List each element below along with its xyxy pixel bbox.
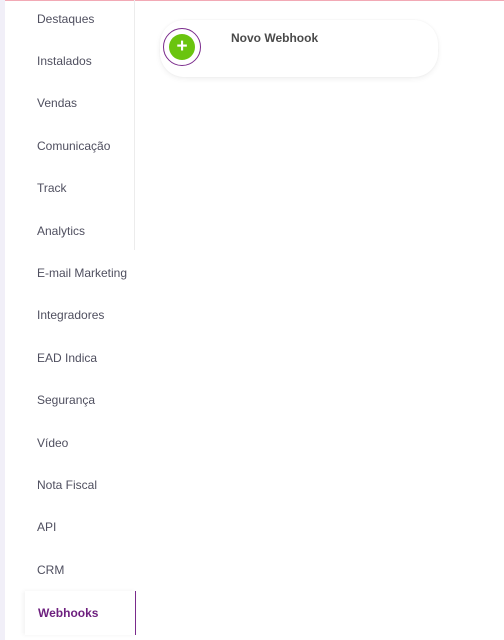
sidebar-item-label: API [37, 520, 57, 534]
sidebar-item-label: Analytics [37, 224, 86, 238]
sidebar-item-label: Track [37, 181, 67, 195]
sidebar-item-webhooks[interactable]: Webhooks [25, 591, 136, 635]
sidebar-item-label: Webhooks [38, 606, 99, 620]
sidebar-item-destaques[interactable]: Destaques [5, 0, 135, 40]
sidebar-item-label: EAD Indica [37, 351, 98, 365]
sidebar-item-seguranca[interactable]: Segurança [5, 379, 135, 421]
sidebar-item-label: Vídeo [37, 436, 69, 450]
sidebar-item-nota-fiscal[interactable]: Nota Fiscal [5, 464, 135, 506]
sidebar-item-label: Comunicação [37, 139, 111, 153]
new-webhook-card[interactable]: + Novo Webhook [160, 20, 438, 77]
sidebar-item-video[interactable]: Vídeo [5, 422, 135, 464]
sidebar-item-integradores[interactable]: Integradores [5, 294, 135, 336]
plus-icon: + [169, 34, 195, 60]
sidebar-item-label: Segurança [37, 393, 96, 407]
sidebar-item-crm[interactable]: CRM [5, 549, 135, 591]
sidebar-item-vendas[interactable]: Vendas [5, 82, 135, 124]
sidebar-item-email-marketing[interactable]: E-mail Marketing [5, 252, 135, 294]
sidebar-item-label: E-mail Marketing [37, 266, 128, 280]
sidebar-item-label: Destaques [37, 12, 95, 26]
sidebar-item-label: Integradores [37, 308, 105, 322]
sidebar-item-instalados[interactable]: Instalados [5, 40, 135, 82]
sidebar: Destaques Instalados Vendas Comunicação … [5, 0, 136, 640]
sidebar-item-label: Nota Fiscal [37, 478, 98, 492]
add-webhook-button[interactable]: + [163, 28, 201, 66]
new-webhook-label: Novo Webhook [231, 31, 319, 45]
sidebar-item-comunicacao[interactable]: Comunicação [5, 125, 135, 167]
sidebar-divider [134, 0, 135, 250]
sidebar-item-label: Instalados [37, 54, 92, 68]
sidebar-item-ead-indica[interactable]: EAD Indica [5, 337, 135, 379]
sidebar-item-analytics[interactable]: Analytics [5, 210, 135, 252]
sidebar-item-label: Vendas [37, 96, 78, 110]
sidebar-item-api[interactable]: API [5, 506, 135, 548]
sidebar-item-track[interactable]: Track [5, 167, 135, 209]
sidebar-item-label: CRM [37, 563, 65, 577]
